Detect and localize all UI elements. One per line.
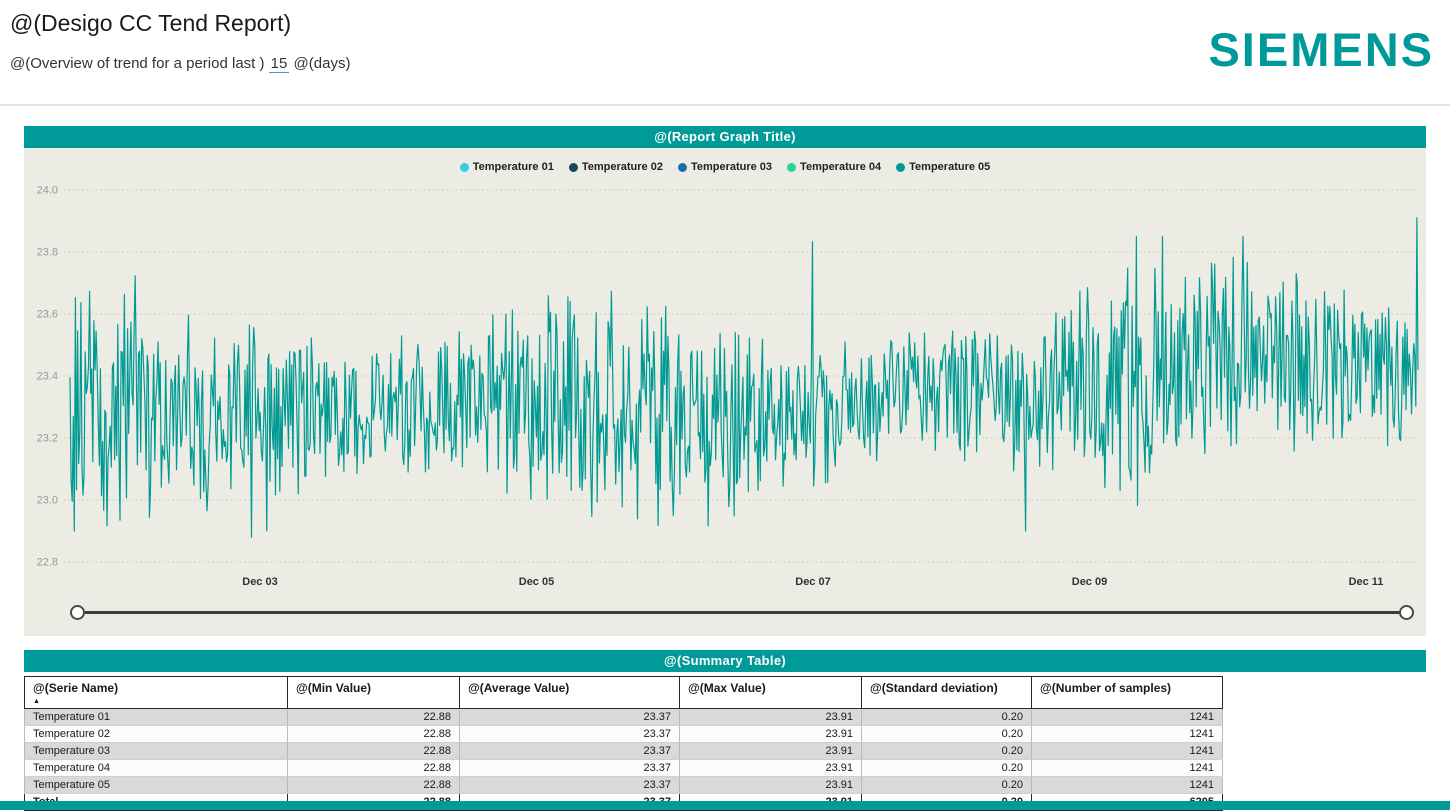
cell-value: 1241 [1032,777,1223,794]
legend-dot-icon [787,163,796,172]
cell-value: 0.20 [862,709,1032,726]
time-range-slider [70,602,1414,624]
table-row: Temperature 0322.8823.3723.910.201241 [25,743,1223,760]
subtitle-suffix: @(days) [294,55,351,72]
column-header-label: @(Max Value) [688,681,766,695]
legend-item[interactable]: Temperature 03 [678,161,772,173]
temperature-trend-line [70,218,1418,537]
column-header-label: @(Number of samples) [1040,681,1171,695]
cell-value: 23.91 [680,709,862,726]
cell-value: 23.37 [460,760,680,777]
cell-value: 23.37 [460,726,680,743]
cell-value: 23.91 [680,760,862,777]
cell-value: 22.88 [288,777,460,794]
cell-value: 23.37 [460,709,680,726]
legend-item[interactable]: Temperature 04 [787,161,881,173]
cell-value: 23.91 [680,726,862,743]
summary-table-header: @(Serie Name) ▲ @(Min Value) @(Average Valu… [25,677,1223,709]
legend-dot-icon [569,163,578,172]
y-axis-tick-label: 23.4 [37,371,58,383]
legend-label: Temperature 02 [582,161,663,173]
chart-legend: Temperature 01 Temperature 02 Temperature … [24,152,1426,175]
subtitle-prefix: @(Overview of trend for a period last ) [10,55,265,72]
footer-bar [0,801,1450,810]
cell-value: 23.37 [460,743,680,760]
legend-dot-icon [460,163,469,172]
legend-item[interactable]: Temperature 05 [896,161,990,173]
summary-title-banner: @(Summary Table) [24,650,1426,672]
cell-value: 0.20 [862,743,1032,760]
column-header[interactable]: @(Min Value) [288,677,460,709]
cell-serie-name: Temperature 04 [25,760,288,777]
cell-value: 1241 [1032,726,1223,743]
column-header[interactable]: @(Serie Name) ▲ [25,677,288,709]
cell-value: 22.88 [288,743,460,760]
column-header-label: @(Serie Name) [33,681,118,695]
column-header[interactable]: @(Average Value) [460,677,680,709]
cell-serie-name: Temperature 03 [25,743,288,760]
cell-serie-name: Temperature 05 [25,777,288,794]
trend-line-chart: 24.0 23.8 23.6 23.4 23.2 23.0 22.8 Dec 03 Dec 05… [24,175,1426,600]
y-axis-tick-label: 24.0 [37,185,58,197]
legend-item[interactable]: Temperature 02 [569,161,663,173]
summary-table: @(Serie Name) ▲ @(Min Value) @(Average Valu… [24,676,1223,811]
report-header: @(Desigo CC Tend Report) @(Overview of t… [0,0,1450,96]
slider-handle-right[interactable] [1399,605,1414,620]
cell-value: 23.91 [680,777,862,794]
table-row: Temperature 0522.8823.3723.910.201241 [25,777,1223,794]
period-days-value[interactable]: 15 [269,55,290,73]
table-row: Temperature 0422.8823.3723.910.201241 [25,760,1223,777]
column-header[interactable]: @(Number of samples) [1032,677,1223,709]
legend-item[interactable]: Temperature 01 [460,161,554,173]
x-axis-tick-label: Dec 11 [1349,576,1384,588]
y-axis-tick-label: 23.6 [37,309,58,321]
legend-label: Temperature 05 [909,161,990,173]
cell-value: 1241 [1032,760,1223,777]
y-axis-tick-label: 23.2 [37,433,58,445]
summary-section: @(Summary Table) @(Serie Name) ▲ @(Min Val… [24,650,1426,811]
cell-value: 0.20 [862,726,1032,743]
graph-title-banner: @(Report Graph Title) [24,126,1426,148]
cell-value: 22.88 [288,726,460,743]
y-axis-tick-label: 22.8 [37,557,58,569]
cell-value: 23.37 [460,777,680,794]
header-divider [0,104,1450,106]
column-header[interactable]: @(Standard deviation) [862,677,1032,709]
cell-value: 0.20 [862,777,1032,794]
legend-label: Temperature 01 [473,161,554,173]
cell-value: 23.91 [680,743,862,760]
column-header-label: @(Average Value) [468,681,569,695]
x-axis-tick-label: Dec 07 [795,576,830,588]
table-row: Temperature 0222.8823.3723.910.201241 [25,726,1223,743]
y-axis-tick-label: 23.8 [37,247,58,259]
cell-serie-name: Temperature 01 [25,709,288,726]
legend-dot-icon [896,163,905,172]
y-axis-tick-label: 23.0 [37,495,58,507]
table-row: Temperature 0122.8823.3723.910.201241 [25,709,1223,726]
cell-value: 22.88 [288,760,460,777]
x-axis-tick-label: Dec 09 [1072,576,1107,588]
x-axis-tick-label: Dec 05 [519,576,554,588]
cell-value: 22.88 [288,709,460,726]
siemens-logo: SIEMENS [1208,22,1434,77]
legend-label: Temperature 03 [691,161,772,173]
slider-track[interactable] [78,611,1406,614]
cell-value: 1241 [1032,709,1223,726]
cell-serie-name: Temperature 02 [25,726,288,743]
cell-value: 1241 [1032,743,1223,760]
slider-handle-left[interactable] [70,605,85,620]
column-header-label: @(Min Value) [296,681,371,695]
column-header[interactable]: @(Max Value) [680,677,862,709]
graph-section: @(Report Graph Title) Temperature 01Temp… [24,126,1426,636]
sort-ascending-icon: ▲ [33,698,279,705]
legend-label: Temperature 04 [800,161,881,173]
chart-area: Temperature 01 Temperature 02 Temperature … [24,148,1426,636]
cell-value: 0.20 [862,760,1032,777]
legend-dot-icon [678,163,687,172]
x-axis-tick-label: Dec 03 [242,576,277,588]
column-header-label: @(Standard deviation) [870,681,998,695]
